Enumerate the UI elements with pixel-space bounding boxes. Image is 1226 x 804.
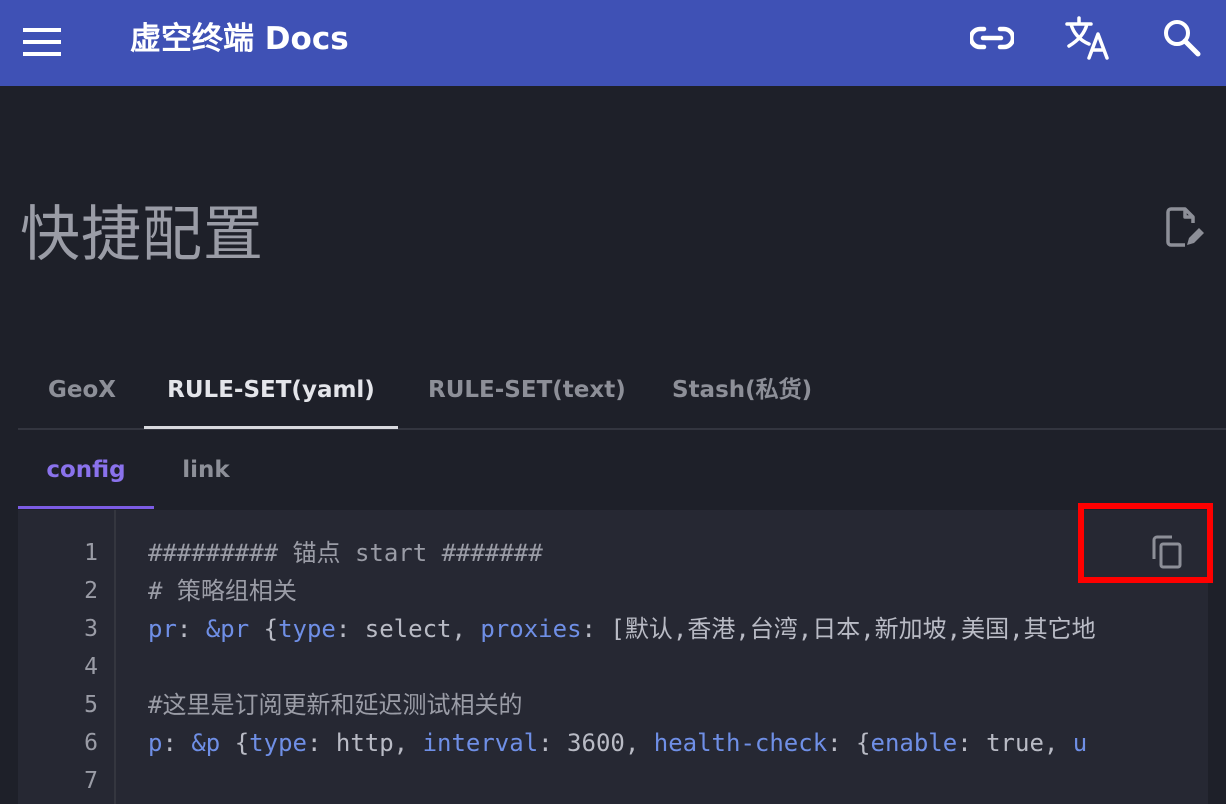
page-title: 快捷配置	[20, 200, 264, 270]
menu-button[interactable]	[22, 22, 62, 62]
line-number-gutter: 1 2 3 4 5 6 7	[18, 510, 116, 804]
code-token: {	[220, 729, 250, 757]
menu-icon	[23, 28, 61, 56]
line-number: 6	[84, 730, 98, 756]
code-token: type	[249, 729, 307, 757]
subtab-config[interactable]: config	[18, 432, 154, 508]
code-line: pr: &pr {type: select, proxies: [默认,香港,台…	[148, 610, 1096, 648]
edit-page-button[interactable]	[1162, 204, 1208, 250]
tab-geox[interactable]: GeoX	[48, 350, 116, 430]
tab-rule-set-yaml[interactable]: RULE-SET(yaml)	[144, 350, 398, 430]
code-token: &p	[191, 729, 221, 757]
code-line: #这里是订阅更新和延迟测试相关的	[148, 686, 522, 724]
active-subtab-indicator	[18, 506, 154, 509]
code-token: &pr	[205, 615, 250, 643]
code-token: interval	[422, 729, 539, 757]
line-number: 2	[84, 578, 98, 604]
copy-icon	[1152, 535, 1182, 569]
line-number: 4	[84, 654, 98, 680]
tab-stash[interactable]: Stash(私货)	[672, 350, 812, 430]
code-content[interactable]: ######### 锚点 start ####### # 策略组相关 pr: &pr…	[148, 510, 1208, 804]
line-number: 1	[84, 540, 98, 566]
line-number: 7	[84, 768, 98, 794]
line-number: 3	[84, 616, 98, 642]
source-link-button[interactable]	[968, 14, 1016, 62]
code-token: {	[249, 615, 279, 643]
code-token: proxies	[480, 615, 582, 643]
code-token: # 策略组相关	[148, 577, 297, 605]
code-token: : 3600,	[538, 729, 654, 757]
code-token: : select,	[335, 615, 481, 643]
active-tab-indicator	[144, 426, 398, 429]
edit-page-icon	[1166, 207, 1204, 247]
app-bar: 虚空终端 Docs	[0, 0, 1226, 86]
code-token: ######### 锚点 start #######	[148, 539, 543, 567]
code-token: : true,	[957, 729, 1073, 757]
subtab-link[interactable]: link	[168, 432, 244, 508]
code-token: : [默认,香港,台湾,日本,新加坡,美国,其它地	[581, 615, 1096, 643]
code-line: p: &p {type: http, interval: 3600, healt…	[148, 724, 1087, 762]
translate-icon	[1065, 16, 1109, 60]
search-icon	[1164, 20, 1201, 57]
code-token: health-check	[653, 729, 828, 757]
code-token: #这里是订阅更新和延迟测试相关的	[148, 691, 523, 719]
code-line: ######### 锚点 start #######	[148, 534, 543, 572]
code-token: enable	[870, 729, 958, 757]
code-token: : http,	[306, 729, 423, 757]
search-button[interactable]	[1158, 14, 1206, 62]
code-block[interactable]: 1 2 3 4 5 6 7 ######### 锚点 start ####### # 策略组相…	[18, 510, 1208, 804]
code-subtabs: config link	[18, 432, 1208, 510]
tab-rule-set-text[interactable]: RULE-SET(text)	[428, 350, 626, 430]
link-icon	[970, 26, 1014, 50]
line-number: 5	[84, 692, 98, 718]
code-token: :	[162, 729, 192, 757]
code-token: type	[278, 615, 336, 643]
code-token: u	[1072, 729, 1088, 757]
code-line: # 策略组相关	[148, 572, 297, 610]
code-token: : {	[827, 729, 871, 757]
site-title[interactable]: 虚空终端 Docs	[130, 16, 349, 62]
content-tabs: GeoX RULE-SET(yaml) RULE-SET(text) Stash…	[18, 350, 1226, 430]
code-token: pr	[148, 615, 177, 643]
code-token: :	[176, 615, 206, 643]
copy-code-button[interactable]	[1138, 528, 1196, 576]
code-token: p	[148, 729, 163, 757]
language-button[interactable]	[1064, 14, 1112, 62]
